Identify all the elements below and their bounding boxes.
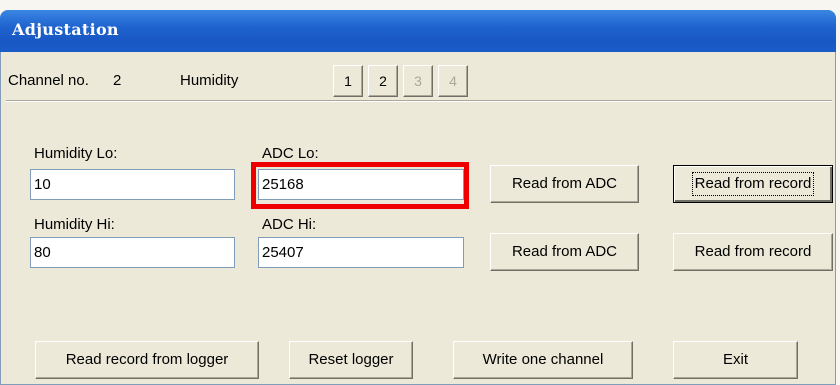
- hi-read-from-record-button[interactable]: Read from record: [673, 233, 833, 271]
- read-record-from-logger-button[interactable]: Read record from logger: [35, 341, 259, 379]
- exit-button[interactable]: Exit: [673, 341, 798, 379]
- adc-hi-input[interactable]: 25407: [258, 237, 464, 268]
- humidity-hi-label: Humidity Hi:: [34, 216, 115, 233]
- header-separator: [6, 100, 832, 102]
- humidity-lo-label: Humidity Lo:: [34, 145, 118, 162]
- lo-read-from-record-label: Read from record: [691, 172, 815, 196]
- channel-label: Channel no.: [8, 72, 89, 89]
- write-one-channel-button[interactable]: Write one channel: [453, 341, 633, 379]
- lo-read-from-record-button[interactable]: Read from record: [673, 165, 833, 203]
- adc-hi-label: ADC Hi:: [262, 216, 317, 233]
- lo-read-from-adc-button[interactable]: Read from ADC: [490, 165, 639, 203]
- adc-lo-highlight: [251, 162, 469, 209]
- channel-number: 2: [113, 72, 122, 89]
- adc-lo-label: ADC Lo:: [262, 145, 319, 162]
- window-title: Adjustation: [12, 20, 119, 39]
- humidity-lo-input[interactable]: 10: [30, 169, 235, 200]
- channel-3-button[interactable]: 3: [403, 65, 433, 97]
- title-bar[interactable]: Adjustation: [0, 10, 836, 52]
- channel-type: Humidity: [180, 72, 239, 89]
- channel-2-button[interactable]: 2: [368, 65, 398, 97]
- channel-4-button[interactable]: 4: [438, 65, 468, 97]
- channel-1-button[interactable]: 1: [333, 65, 363, 97]
- humidity-hi-input[interactable]: 80: [30, 237, 235, 268]
- hi-read-from-adc-button[interactable]: Read from ADC: [490, 233, 639, 271]
- reset-logger-button[interactable]: Reset logger: [289, 341, 413, 379]
